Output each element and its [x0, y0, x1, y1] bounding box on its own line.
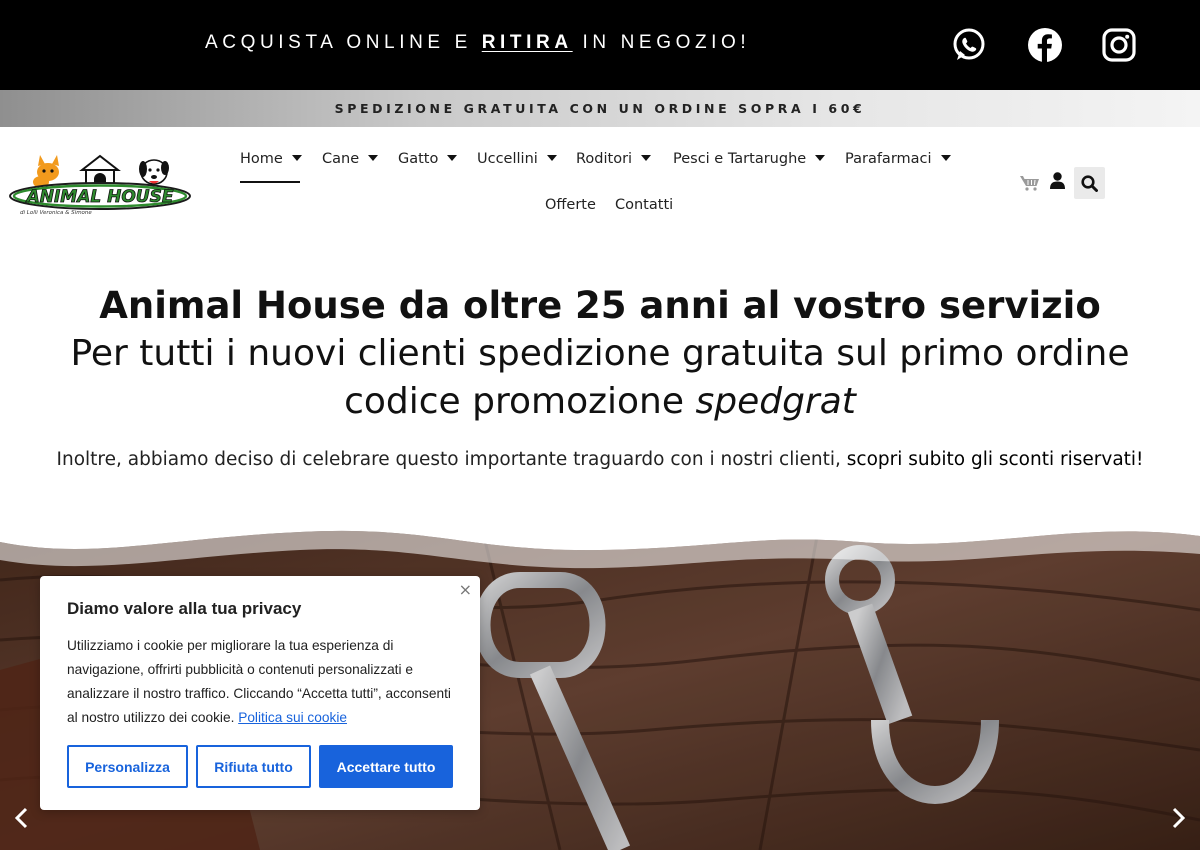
logo-cat-graphic: [33, 155, 59, 188]
nav-offerte-label: Offerte: [545, 197, 596, 213]
logo-dog-graphic: [139, 159, 169, 185]
search-button[interactable]: [1074, 167, 1105, 199]
hero-promo-prefix: codice promozione: [344, 381, 696, 422]
cookie-policy-link[interactable]: Politica sui cookie: [238, 710, 347, 725]
accept-all-button[interactable]: Accettare tutto: [319, 745, 453, 788]
shipping-banner-text: SPEDIZIONE GRATUITA CON UN ORDINE SOPRA …: [334, 101, 866, 116]
close-icon[interactable]: ×: [459, 580, 472, 599]
instagram-icon[interactable]: [1101, 27, 1137, 63]
cookie-consent-dialog: × Diamo valore alla tua privacy Utilizzi…: [40, 576, 480, 810]
chevron-down-icon: [291, 155, 302, 161]
promo-ritira-link[interactable]: RITIRA: [482, 32, 573, 53]
chevron-down-icon: [940, 155, 951, 161]
nav-home[interactable]: Home: [240, 151, 302, 167]
nav-contatti-label: Contatti: [615, 197, 674, 213]
hero-subtitle: Inoltre, abbiamo deciso di celebrare que…: [0, 449, 1200, 470]
slider-next-arrow[interactable]: [1168, 806, 1188, 830]
hero-heading-line2: Per tutti i nuovi clienti spedizione gra…: [70, 333, 1130, 374]
logo-tagline: di Lolli Veronica & Simone: [20, 210, 92, 216]
promo-suffix: IN NEGOZIO!: [572, 32, 751, 53]
nav-gatto-label: Gatto: [398, 151, 439, 167]
nav-contatti[interactable]: Contatti: [615, 197, 673, 213]
nav-cane[interactable]: Cane: [322, 151, 379, 167]
hero-subtitle-text: Inoltre, abbiamo deciso di celebrare que…: [56, 449, 847, 470]
nav-roditori-label: Roditori: [576, 151, 633, 167]
shipping-banner: SPEDIZIONE GRATUITA CON UN ORDINE SOPRA …: [0, 90, 1200, 127]
nav-active-underline: [240, 181, 300, 183]
logo-wordmark: ANIMAL HOUSE: [25, 187, 174, 207]
nav-parafarmaci[interactable]: Parafarmaci: [845, 151, 951, 167]
whatsapp-icon[interactable]: [951, 27, 987, 63]
chevron-down-icon: [815, 155, 826, 161]
chevron-down-icon: [447, 155, 458, 161]
chevron-down-icon: [368, 155, 379, 161]
hero-promo-code: spedgrat: [695, 381, 856, 422]
logo-doghouse-graphic: [79, 154, 121, 187]
facebook-icon[interactable]: [1027, 27, 1063, 63]
hero-discounts-link[interactable]: scopri subito gli sconti riservati!: [847, 449, 1144, 470]
nav-offerte[interactable]: Offerte: [545, 197, 596, 213]
hero-heading-line3: codice promozione spedgrat: [0, 381, 1200, 422]
nav-pesci-label: Pesci e Tartarughe: [673, 151, 807, 167]
nav-cane-label: Cane: [322, 151, 360, 167]
promo-text: ACQUISTA ONLINE E RITIRA IN NEGOZIO!: [205, 32, 750, 54]
customize-button[interactable]: Personalizza: [67, 745, 188, 788]
chevron-down-icon: [641, 155, 652, 161]
chevron-down-icon: [546, 155, 557, 161]
user-icon[interactable]: [1050, 172, 1065, 193]
nav-uccellini-label: Uccellini: [477, 151, 538, 167]
nav-uccellini[interactable]: Uccellini: [477, 151, 557, 167]
cookie-body: Utilizziamo i cookie per migliorare la t…: [67, 634, 452, 730]
nav-pesci-tartarughe[interactable]: Pesci e Tartarughe: [673, 151, 826, 167]
nav-gatto[interactable]: Gatto: [398, 151, 458, 167]
hero-heading-line1: Animal House da oltre 25 anni al vostro …: [99, 284, 1101, 327]
slider-prev-arrow[interactable]: [12, 806, 32, 830]
cookie-title: Diamo valore alla tua privacy: [67, 599, 302, 618]
top-promo-bar: ACQUISTA ONLINE E RITIRA IN NEGOZIO!: [0, 0, 1200, 90]
site-logo[interactable]: ANIMAL HOUSE di Lolli Veronica & Simone: [8, 152, 194, 216]
cart-icon[interactable]: [1020, 175, 1040, 195]
nav-parafarmaci-label: Parafarmaci: [845, 151, 932, 167]
nav-home-label: Home: [240, 151, 283, 167]
nav-roditori[interactable]: Roditori: [576, 151, 652, 167]
search-icon: [1081, 175, 1098, 192]
promo-prefix: ACQUISTA ONLINE E: [205, 32, 482, 53]
reject-all-button[interactable]: Rifiuta tutto: [196, 745, 311, 788]
